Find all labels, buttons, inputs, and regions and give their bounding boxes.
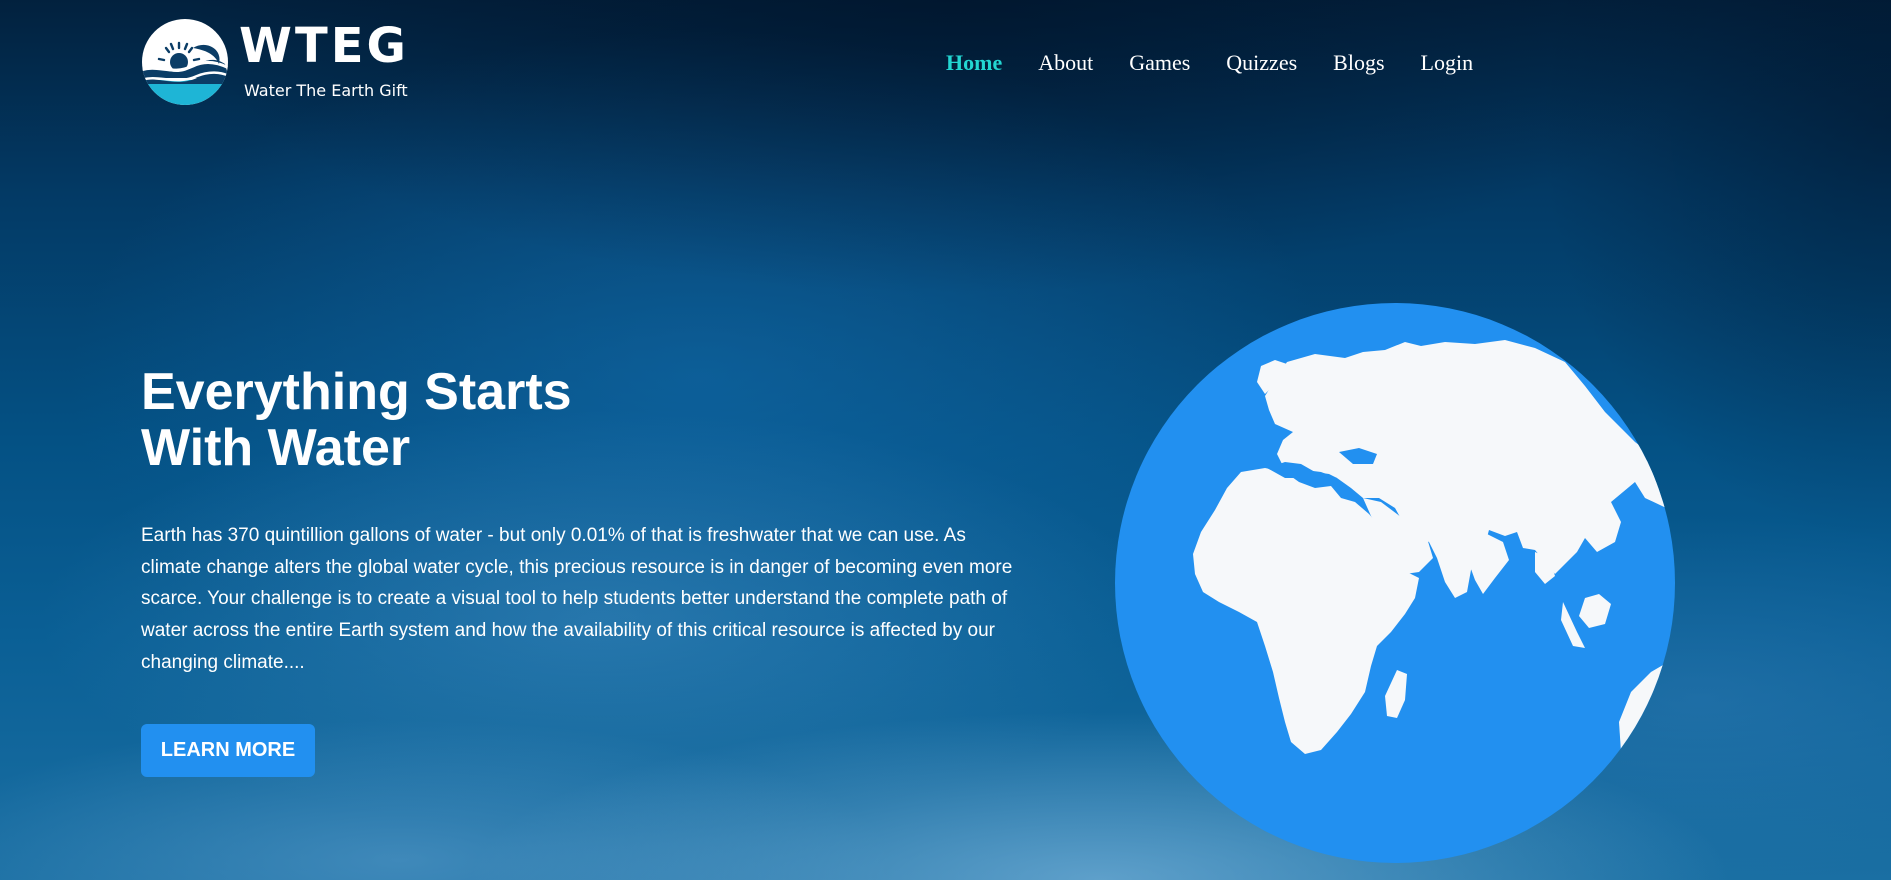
nav-blogs-link[interactable]: Blogs — [1333, 48, 1384, 78]
nav-home-link[interactable]: Home — [946, 48, 1002, 78]
nav-quizzes-link[interactable]: Quizzes — [1226, 48, 1297, 78]
hero-headline: Everything Starts With Water — [141, 364, 572, 476]
nav-login-link[interactable]: Login — [1421, 48, 1474, 78]
brand-name: WTEG — [239, 18, 409, 74]
brand-logo[interactable]: WTEG Water The Earth Gift — [141, 18, 431, 108]
brand-tagline: Water The Earth Gift — [244, 81, 408, 100]
nav-games-link[interactable]: Games — [1129, 48, 1190, 78]
hero-description: Earth has 370 quintillion gallons of wat… — [141, 525, 1013, 673]
sun-over-waves-logo-icon — [142, 19, 228, 105]
globe-icon — [1115, 303, 1675, 863]
learn-more-button[interactable]: LEARN MORE — [141, 724, 315, 777]
hero-headline-line1: Everything Starts — [141, 363, 572, 421]
nav-about-link[interactable]: About — [1038, 48, 1093, 78]
main-nav: Home About Games Quizzes Blogs Login — [946, 48, 1509, 78]
hero-headline-line2: With Water — [141, 419, 411, 477]
